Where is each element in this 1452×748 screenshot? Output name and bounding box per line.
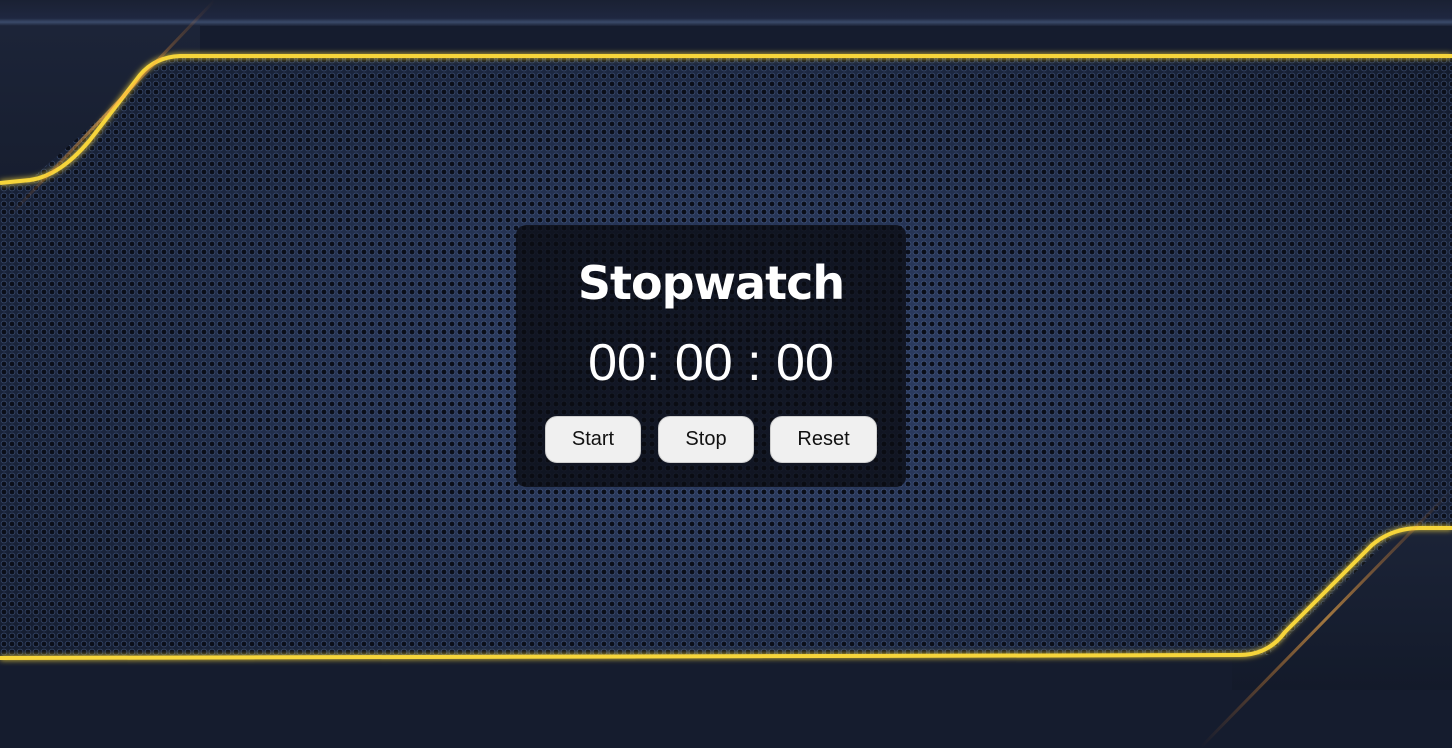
top-frame-band	[0, 0, 1452, 26]
stopwatch-title: Stopwatch	[577, 256, 845, 310]
reset-button[interactable]: Reset	[770, 416, 877, 463]
stopwatch-card: Stopwatch 00: 00 : 00 Start Stop Reset	[516, 225, 906, 487]
time-display: 00: 00 : 00	[588, 334, 834, 392]
page-background: Stopwatch 00: 00 : 00 Start Stop Reset	[0, 0, 1452, 748]
control-buttons: Start Stop Reset	[516, 416, 906, 464]
stop-button[interactable]: Stop	[658, 416, 754, 463]
start-button[interactable]: Start	[545, 416, 641, 463]
